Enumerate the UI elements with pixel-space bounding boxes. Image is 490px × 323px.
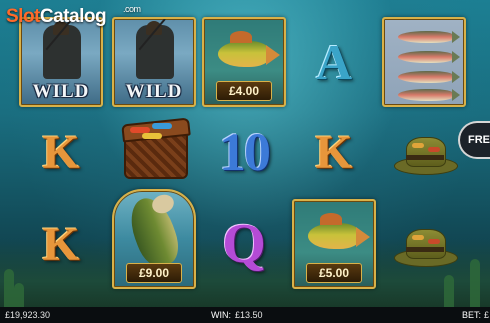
k-symbol-label: K — [315, 125, 353, 179]
trout-tail — [452, 89, 460, 101]
hat-crown — [406, 137, 446, 167]
k-symbol-label: K — [42, 217, 80, 271]
trout-icon — [398, 71, 454, 83]
wild-label: WILD — [125, 81, 183, 102]
wild-label: WILD — [32, 81, 90, 102]
logo-catalog-text: Catalog — [39, 6, 107, 27]
ten-symbol: 10 — [202, 107, 286, 197]
site-logo: SlotCatalog .com — [6, 4, 141, 28]
k-symbol: K — [19, 107, 103, 197]
k-symbol-label: K — [42, 125, 80, 179]
perch-fish-icon — [218, 41, 270, 67]
q-symbol: Q — [202, 199, 286, 289]
trout-tail — [452, 31, 460, 43]
hat-band — [406, 247, 444, 252]
trout-tail — [452, 51, 460, 63]
ten-symbol-label: 10 — [219, 122, 271, 182]
seaweed — [470, 259, 480, 309]
hat-band — [406, 155, 444, 160]
reel-3: £4.00 10 Q — [202, 17, 286, 289]
trout-school-symbol — [382, 17, 466, 107]
reel-4: A K £5.00 — [292, 17, 376, 289]
lure-icon — [428, 147, 440, 152]
perch-fish-symbol: £5.00 — [292, 199, 376, 289]
trout-icon — [398, 51, 454, 63]
reel-5 — [382, 17, 466, 289]
reel-1: WILD K K — [19, 17, 103, 289]
wild-symbol: WILD — [112, 17, 196, 107]
free-spins-button[interactable]: FRE — [458, 121, 490, 159]
win-value: £13.50 — [235, 310, 263, 320]
fish-value-badge: £9.00 — [126, 263, 182, 283]
fish-value-badge: £5.00 — [306, 263, 362, 283]
k-symbol: K — [19, 199, 103, 289]
perch-fish-symbol: £4.00 — [202, 17, 286, 107]
lure-icon — [152, 123, 172, 129]
fishing-hat-icon — [394, 227, 458, 267]
perch-fish-icon — [308, 223, 360, 249]
lure-icon — [428, 239, 440, 244]
perch-fin — [230, 31, 252, 43]
trout-icon — [398, 31, 454, 43]
q-symbol-label: Q — [222, 213, 266, 275]
lure-icon — [142, 133, 162, 139]
seaweed — [4, 269, 14, 309]
bet-label: BET: — [462, 310, 482, 320]
lure-icon — [412, 235, 424, 240]
k-symbol: K — [292, 107, 376, 197]
tackle-basket-symbol — [112, 107, 196, 197]
fish-value-badge: £4.00 — [216, 81, 272, 101]
hat-crown — [406, 229, 446, 259]
logo-com-text: .com — [123, 4, 141, 14]
perch-tail — [356, 227, 370, 247]
a-symbol: A — [292, 17, 376, 107]
lure-icon — [412, 143, 424, 148]
perch-fin — [320, 213, 342, 225]
bet-value: £ — [484, 310, 490, 320]
logo-slot-text: Slot — [6, 6, 40, 27]
fishing-hat-icon — [394, 135, 458, 175]
free-spins-label: FRE — [468, 134, 490, 146]
status-bar: £19,923.30 WIN: £13.50 BET: £ — [0, 307, 490, 323]
reel-2: WILD £9.00 — [112, 17, 196, 289]
wild-symbol: WILD — [19, 17, 103, 107]
win-label: WIN: — [211, 310, 231, 320]
fishing-hat-symbol — [382, 107, 466, 197]
a-symbol-label: A — [315, 34, 353, 90]
trout-tail — [452, 71, 460, 83]
perch-tail — [266, 45, 280, 65]
reel-grid: WILD K K WILD £9.00 £4.00 10 Q A K £5.00 — [19, 17, 466, 289]
bass-fish-symbol: £9.00 — [112, 189, 196, 289]
balance-value: £19,923.30 — [5, 310, 51, 320]
fishing-hat-symbol — [382, 199, 466, 289]
trout-icon — [398, 89, 454, 101]
